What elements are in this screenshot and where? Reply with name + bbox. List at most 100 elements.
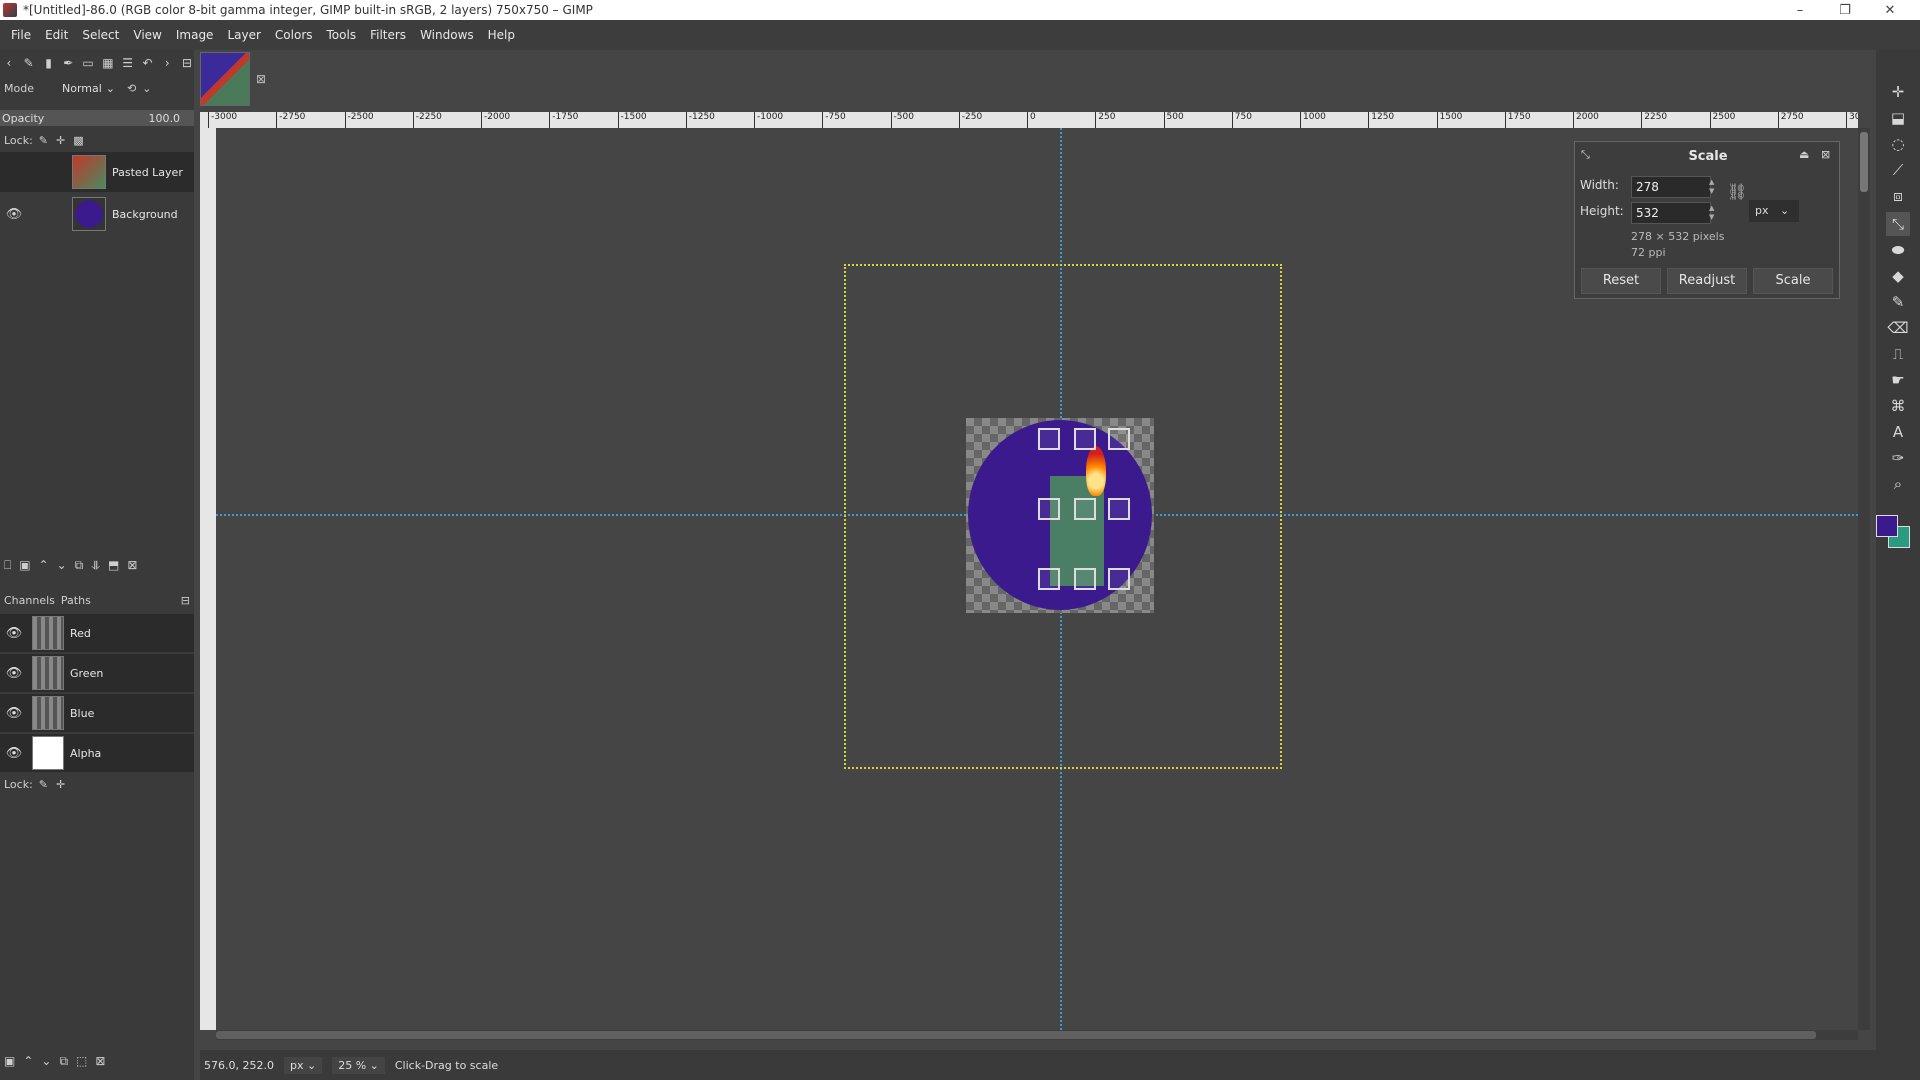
lock-pixels-icon[interactable]: ✎ — [39, 778, 48, 791]
scale-handle-right[interactable] — [1108, 498, 1130, 520]
lower-layer-icon[interactable]: ⌄ — [57, 558, 67, 572]
minimize-button[interactable]: – — [1780, 0, 1820, 20]
unit-select[interactable]: px ⌄ — [283, 1056, 323, 1074]
lock-position-icon[interactable]: ✛ — [56, 134, 65, 147]
menu-edit[interactable]: Edit — [38, 28, 75, 42]
tab-scroll-right-icon[interactable]: › — [160, 56, 174, 70]
fonts-icon[interactable]: ▦ — [101, 56, 115, 70]
dock-menu-icon[interactable]: ⊟ — [181, 594, 190, 607]
lock-alpha-icon[interactable]: ▩ — [73, 134, 83, 147]
eye-icon[interactable]: 👁 — [0, 666, 28, 681]
scale-handle-top-right[interactable] — [1108, 428, 1130, 450]
raise-channel-icon[interactable]: ⌃ — [23, 1054, 33, 1068]
channel-row-green[interactable]: 👁 Green — [0, 654, 194, 692]
horizontal-ruler[interactable]: -3000 -2750 -2500 -2250 -2000 -1750 -1500 -1250… — [200, 112, 1858, 128]
menu-windows[interactable]: Windows — [413, 28, 481, 42]
color-picker-tool-icon[interactable]: ✑ — [1886, 446, 1910, 470]
tab-paths[interactable]: Paths — [61, 594, 91, 607]
move-tool-icon[interactable]: ✛ — [1886, 80, 1910, 104]
tab-channels[interactable]: Channels — [4, 594, 55, 607]
eye-icon[interactable]: 👁 — [0, 746, 28, 761]
lock-position-icon[interactable]: ✛ — [56, 778, 65, 791]
foreground-color-swatch[interactable] — [1876, 515, 1898, 537]
scrollbar-thumb[interactable] — [1860, 132, 1868, 192]
new-layer-group-icon[interactable]: ⎕ — [4, 558, 11, 573]
chevron-down-icon[interactable]: ⌄ — [142, 82, 151, 95]
ink-icon[interactable]: ✒ — [61, 56, 75, 70]
duplicate-channel-icon[interactable]: ⧉ — [59, 1054, 68, 1069]
tab-scroll-left-icon[interactable]: ‹ — [2, 56, 16, 70]
menu-select[interactable]: Select — [75, 28, 126, 42]
readjust-button[interactable]: Readjust — [1667, 268, 1747, 294]
fuzzy-select-tool-icon[interactable]: ⟋ — [1886, 158, 1910, 182]
text-tool-icon[interactable]: A — [1886, 420, 1910, 444]
layer-row-background[interactable]: 👁 Background — [0, 194, 194, 234]
menu-file[interactable]: File — [4, 28, 38, 42]
scale-handle-top[interactable] — [1074, 428, 1096, 450]
menu-layer[interactable]: Layer — [220, 28, 267, 42]
scale-tool-icon[interactable]: ⤡ — [1886, 212, 1910, 236]
paths-tool-icon[interactable]: ⌘ — [1886, 394, 1910, 418]
merge-layer-icon[interactable]: ⬒ — [108, 558, 119, 572]
paintbrush-tool-icon[interactable]: ✎ — [1886, 290, 1910, 314]
maximize-button[interactable]: ❐ — [1825, 0, 1865, 20]
scale-handle-bottom-right[interactable] — [1108, 568, 1130, 590]
warp-tool-icon[interactable]: ⬬ — [1886, 238, 1910, 262]
close-icon[interactable]: ⊠ — [256, 72, 266, 86]
close-icon[interactable]: ⊠ — [1821, 148, 1830, 161]
horizontal-scrollbar[interactable] — [216, 1030, 1858, 1040]
new-layer-icon[interactable]: ▣ — [19, 558, 30, 572]
scale-button[interactable]: Scale — [1753, 268, 1833, 294]
delete-channel-icon[interactable]: ⊠ — [95, 1054, 105, 1068]
anchor-layer-icon[interactable]: ⥥ — [91, 558, 100, 573]
clone-tool-icon[interactable]: ⎍ — [1886, 342, 1910, 366]
undo-history-icon[interactable]: ↶ — [141, 56, 155, 70]
eye-icon[interactable]: 👁 — [0, 207, 28, 222]
scale-handle-bottom-left[interactable] — [1038, 568, 1060, 590]
channel-to-selection-icon[interactable]: ⬚ — [76, 1054, 87, 1068]
bucket-fill-tool-icon[interactable]: ◆ — [1886, 264, 1910, 288]
lower-channel-icon[interactable]: ⌄ — [41, 1054, 51, 1068]
raise-layer-icon[interactable]: ⌃ — [39, 558, 49, 572]
image-tab-thumbnail[interactable] — [200, 52, 250, 106]
close-button[interactable]: ✕ — [1870, 0, 1910, 20]
chain-link-icon[interactable]: ⛓ — [1727, 182, 1747, 201]
scale-handle-top-left[interactable] — [1038, 428, 1060, 450]
zoom-select[interactable]: 25 % ⌄ — [332, 1056, 385, 1074]
lock-pixels-icon[interactable]: ✎ — [39, 134, 48, 147]
document-history-icon[interactable]: ☰ — [121, 56, 135, 70]
switch-mode-icon[interactable]: ⟲ — [127, 82, 136, 95]
alignment-tool-icon[interactable]: ⬓ — [1886, 106, 1910, 130]
height-spinner[interactable]: ▲ ▼ — [1709, 204, 1719, 222]
opacity-slider[interactable]: Opacity 100.0 — [0, 110, 194, 126]
brush-icon[interactable]: ✎ — [22, 56, 36, 70]
patterns-icon[interactable]: ▭ — [81, 56, 95, 70]
menu-tools[interactable]: Tools — [320, 28, 364, 42]
scale-handle-bottom[interactable] — [1074, 568, 1096, 590]
menu-image[interactable]: Image — [169, 28, 221, 42]
zoom-tool-icon[interactable]: ⌕ — [1886, 472, 1910, 496]
mode-select[interactable]: Normal ⌄ — [61, 81, 116, 95]
eye-icon[interactable]: 👁 — [0, 626, 28, 641]
vertical-ruler[interactable] — [200, 128, 216, 1030]
dock-menu-icon[interactable]: ⊟ — [180, 56, 194, 70]
smudge-tool-icon[interactable]: ☛ — [1886, 368, 1910, 392]
scrollbar-thumb[interactable] — [216, 1031, 1816, 1039]
duplicate-layer-icon[interactable]: ⧉ — [75, 558, 84, 573]
scale-handle-center[interactable] — [1074, 498, 1096, 520]
vertical-scrollbar[interactable] — [1858, 128, 1870, 1030]
channel-row-alpha[interactable]: 👁 Alpha — [0, 734, 194, 772]
pencil-icon[interactable]: ▮ — [42, 56, 56, 70]
new-channel-icon[interactable]: ▣ — [4, 1054, 15, 1068]
crop-tool-icon[interactable]: ⧈ — [1886, 184, 1910, 208]
menu-filters[interactable]: Filters — [363, 28, 413, 42]
menu-view[interactable]: View — [126, 28, 168, 42]
height-input[interactable]: 532 — [1631, 202, 1711, 224]
menu-colors[interactable]: Colors — [268, 28, 320, 42]
pasted-layer-preview[interactable] — [966, 418, 1154, 613]
channel-row-red[interactable]: 👁 Red — [0, 614, 194, 652]
width-input[interactable]: 278 — [1631, 176, 1711, 198]
width-spinner[interactable]: ▲ ▼ — [1709, 178, 1719, 196]
pin-icon[interactable]: ⏏ — [1799, 148, 1809, 161]
delete-layer-icon[interactable]: ⊠ — [127, 558, 137, 572]
